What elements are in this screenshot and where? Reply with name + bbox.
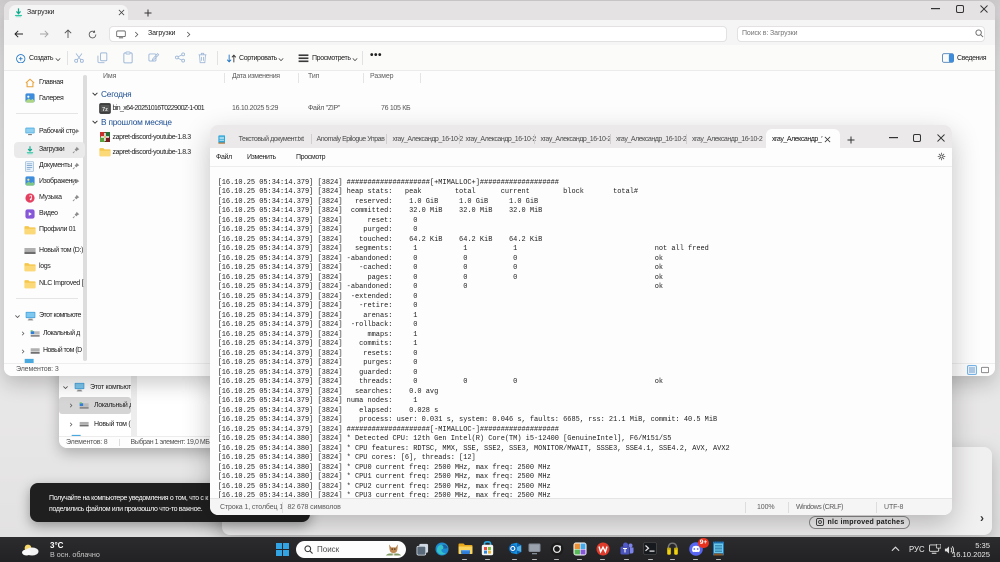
svg-text:7z: 7z: [102, 106, 108, 112]
